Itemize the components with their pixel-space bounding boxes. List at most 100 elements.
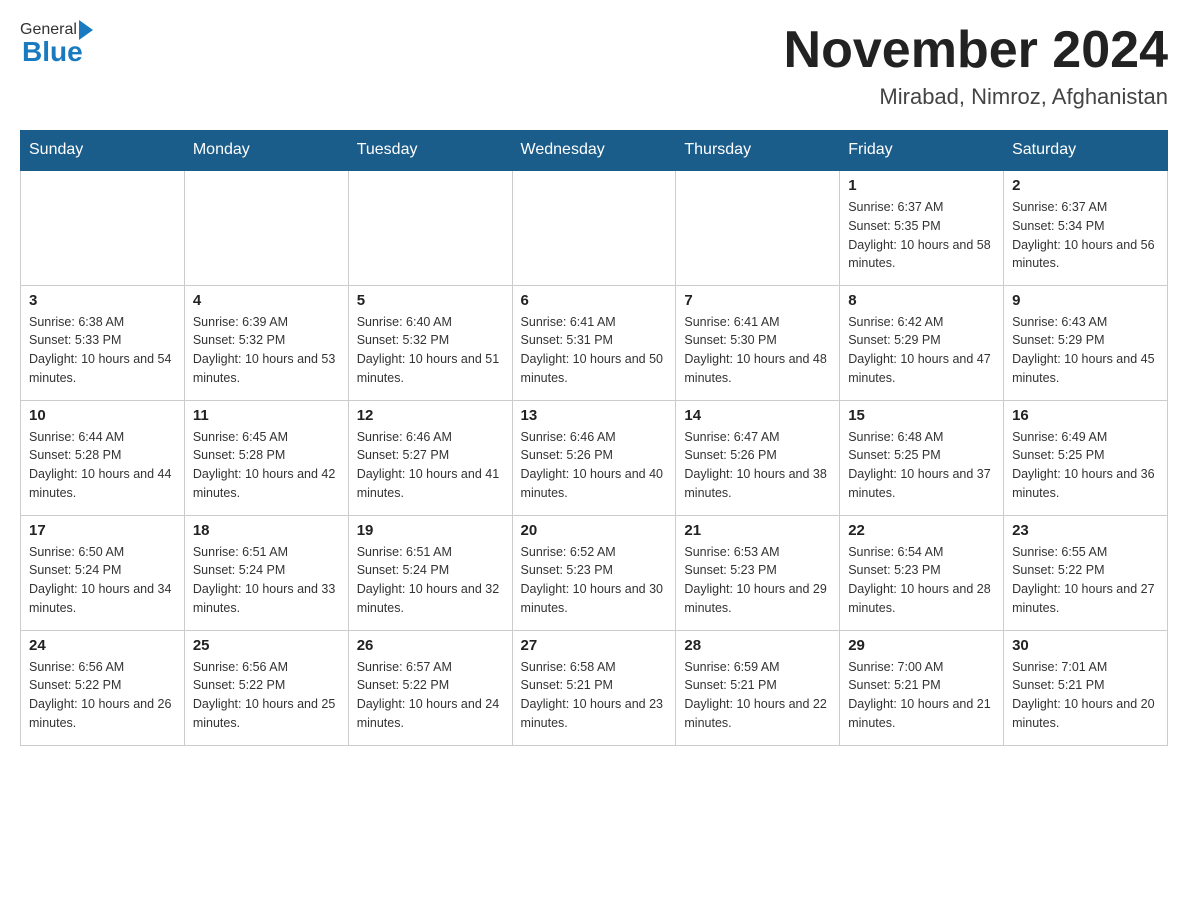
day-number: 11 <box>193 407 340 424</box>
day-info: Sunrise: 6:47 AMSunset: 5:26 PMDaylight:… <box>684 428 831 503</box>
day-info: Sunrise: 6:41 AMSunset: 5:30 PMDaylight:… <box>684 313 831 388</box>
calendar-cell: 3 Sunrise: 6:38 AMSunset: 5:33 PMDaylight… <box>21 285 185 400</box>
calendar-cell: 21 Sunrise: 6:53 AMSunset: 5:23 PMDayligh… <box>676 515 840 630</box>
day-number: 16 <box>1012 407 1159 424</box>
day-number: 25 <box>193 637 340 654</box>
day-info: Sunrise: 6:58 AMSunset: 5:21 PMDaylight:… <box>521 658 668 733</box>
logo-blue-text: Blue <box>22 36 83 68</box>
day-info: Sunrise: 6:59 AMSunset: 5:21 PMDaylight:… <box>684 658 831 733</box>
day-info: Sunrise: 6:38 AMSunset: 5:33 PMDaylight:… <box>29 313 176 388</box>
day-number: 4 <box>193 292 340 309</box>
day-info: Sunrise: 6:42 AMSunset: 5:29 PMDaylight:… <box>848 313 995 388</box>
day-info: Sunrise: 6:39 AMSunset: 5:32 PMDaylight:… <box>193 313 340 388</box>
day-info: Sunrise: 6:51 AMSunset: 5:24 PMDaylight:… <box>357 543 504 618</box>
day-number: 19 <box>357 522 504 539</box>
day-number: 5 <box>357 292 504 309</box>
calendar-cell: 23 Sunrise: 6:55 AMSunset: 5:22 PMDayligh… <box>1004 515 1168 630</box>
calendar-cell: 24 Sunrise: 6:56 AMSunset: 5:22 PMDayligh… <box>21 630 185 745</box>
day-info: Sunrise: 6:40 AMSunset: 5:32 PMDaylight:… <box>357 313 504 388</box>
day-info: Sunrise: 6:37 AMSunset: 5:35 PMDaylight:… <box>848 198 995 273</box>
day-info: Sunrise: 6:55 AMSunset: 5:22 PMDaylight:… <box>1012 543 1159 618</box>
calendar-cell: 14 Sunrise: 6:47 AMSunset: 5:26 PMDayligh… <box>676 400 840 515</box>
calendar-cell <box>348 170 512 285</box>
calendar-cell: 18Sunrise: 6:51 AMSunset: 5:24 PMDayligh… <box>184 515 348 630</box>
calendar-title: November 2024 <box>784 20 1168 80</box>
calendar-cell: 12 Sunrise: 6:46 AMSunset: 5:27 PMDayligh… <box>348 400 512 515</box>
day-info: Sunrise: 6:56 AMSunset: 5:22 PMDaylight:… <box>29 658 176 733</box>
day-number: 29 <box>848 637 995 654</box>
calendar-week-row: 3 Sunrise: 6:38 AMSunset: 5:33 PMDaylight… <box>21 285 1168 400</box>
calendar-cell: 25 Sunrise: 6:56 AMSunset: 5:22 PMDayligh… <box>184 630 348 745</box>
calendar-cell: 5 Sunrise: 6:40 AMSunset: 5:32 PMDaylight… <box>348 285 512 400</box>
day-info: Sunrise: 6:43 AMSunset: 5:29 PMDaylight:… <box>1012 313 1159 388</box>
calendar-cell: 15 Sunrise: 6:48 AMSunset: 5:25 PMDayligh… <box>840 400 1004 515</box>
calendar-header-friday: Friday <box>840 131 1004 171</box>
calendar-cell: 2Sunrise: 6:37 AMSunset: 5:34 PMDaylight… <box>1004 170 1168 285</box>
day-number: 26 <box>357 637 504 654</box>
calendar-header-monday: Monday <box>184 131 348 171</box>
day-number: 12 <box>357 407 504 424</box>
day-info: Sunrise: 7:00 AMSunset: 5:21 PMDaylight:… <box>848 658 995 733</box>
day-number: 21 <box>684 522 831 539</box>
day-number: 7 <box>684 292 831 309</box>
day-number: 15 <box>848 407 995 424</box>
calendar-cell <box>676 170 840 285</box>
calendar-cell: 8 Sunrise: 6:42 AMSunset: 5:29 PMDaylight… <box>840 285 1004 400</box>
day-info: Sunrise: 6:46 AMSunset: 5:27 PMDaylight:… <box>357 428 504 503</box>
calendar-cell: 27 Sunrise: 6:58 AMSunset: 5:21 PMDayligh… <box>512 630 676 745</box>
calendar-cell: 22 Sunrise: 6:54 AMSunset: 5:23 PMDayligh… <box>840 515 1004 630</box>
day-number: 8 <box>848 292 995 309</box>
day-number: 13 <box>521 407 668 424</box>
calendar-cell: 17Sunrise: 6:50 AMSunset: 5:24 PMDayligh… <box>21 515 185 630</box>
calendar-cell: 11 Sunrise: 6:45 AMSunset: 5:28 PMDayligh… <box>184 400 348 515</box>
page-header: General Blue November 2024 Mirabad, Nimr… <box>20 20 1168 110</box>
day-info: Sunrise: 6:52 AMSunset: 5:23 PMDaylight:… <box>521 543 668 618</box>
day-number: 1 <box>848 177 995 194</box>
day-info: Sunrise: 6:57 AMSunset: 5:22 PMDaylight:… <box>357 658 504 733</box>
day-number: 9 <box>1012 292 1159 309</box>
calendar-subtitle: Mirabad, Nimroz, Afghanistan <box>784 84 1168 110</box>
day-info: Sunrise: 6:41 AMSunset: 5:31 PMDaylight:… <box>521 313 668 388</box>
calendar-cell: 9 Sunrise: 6:43 AMSunset: 5:29 PMDaylight… <box>1004 285 1168 400</box>
day-number: 27 <box>521 637 668 654</box>
calendar-table: SundayMondayTuesdayWednesdayThursdayFrid… <box>20 130 1168 746</box>
calendar-header-row: SundayMondayTuesdayWednesdayThursdayFrid… <box>21 131 1168 171</box>
calendar-cell: 28 Sunrise: 6:59 AMSunset: 5:21 PMDayligh… <box>676 630 840 745</box>
day-info: Sunrise: 6:54 AMSunset: 5:23 PMDaylight:… <box>848 543 995 618</box>
day-info: Sunrise: 6:56 AMSunset: 5:22 PMDaylight:… <box>193 658 340 733</box>
day-info: Sunrise: 6:48 AMSunset: 5:25 PMDaylight:… <box>848 428 995 503</box>
day-number: 22 <box>848 522 995 539</box>
title-block: November 2024 Mirabad, Nimroz, Afghanist… <box>784 20 1168 110</box>
calendar-cell: 10Sunrise: 6:44 AMSunset: 5:28 PMDayligh… <box>21 400 185 515</box>
calendar-cell: 1 Sunrise: 6:37 AMSunset: 5:35 PMDaylight… <box>840 170 1004 285</box>
day-number: 18 <box>193 522 340 539</box>
calendar-header-tuesday: Tuesday <box>348 131 512 171</box>
day-info: Sunrise: 7:01 AMSunset: 5:21 PMDaylight:… <box>1012 658 1159 733</box>
day-number: 24 <box>29 637 176 654</box>
day-info: Sunrise: 6:45 AMSunset: 5:28 PMDaylight:… <box>193 428 340 503</box>
calendar-cell: 26 Sunrise: 6:57 AMSunset: 5:22 PMDayligh… <box>348 630 512 745</box>
calendar-week-row: 17Sunrise: 6:50 AMSunset: 5:24 PMDayligh… <box>21 515 1168 630</box>
day-number: 14 <box>684 407 831 424</box>
calendar-header-sunday: Sunday <box>21 131 185 171</box>
calendar-cell: 16 Sunrise: 6:49 AMSunset: 5:25 PMDayligh… <box>1004 400 1168 515</box>
day-number: 28 <box>684 637 831 654</box>
day-number: 2 <box>1012 177 1159 194</box>
calendar-cell: 6 Sunrise: 6:41 AMSunset: 5:31 PMDaylight… <box>512 285 676 400</box>
calendar-header-thursday: Thursday <box>676 131 840 171</box>
day-number: 23 <box>1012 522 1159 539</box>
logo: General Blue <box>20 20 95 68</box>
calendar-cell: 4 Sunrise: 6:39 AMSunset: 5:32 PMDaylight… <box>184 285 348 400</box>
day-number: 6 <box>521 292 668 309</box>
calendar-week-row: 24 Sunrise: 6:56 AMSunset: 5:22 PMDayligh… <box>21 630 1168 745</box>
day-info: Sunrise: 6:44 AMSunset: 5:28 PMDaylight:… <box>29 428 176 503</box>
calendar-cell: 29 Sunrise: 7:00 AMSunset: 5:21 PMDayligh… <box>840 630 1004 745</box>
day-info: Sunrise: 6:53 AMSunset: 5:23 PMDaylight:… <box>684 543 831 618</box>
day-info: Sunrise: 6:49 AMSunset: 5:25 PMDaylight:… <box>1012 428 1159 503</box>
day-number: 17 <box>29 522 176 539</box>
day-info: Sunrise: 6:46 AMSunset: 5:26 PMDaylight:… <box>521 428 668 503</box>
calendar-cell: 30Sunrise: 7:01 AMSunset: 5:21 PMDayligh… <box>1004 630 1168 745</box>
calendar-week-row: 10Sunrise: 6:44 AMSunset: 5:28 PMDayligh… <box>21 400 1168 515</box>
calendar-cell <box>512 170 676 285</box>
day-number: 3 <box>29 292 176 309</box>
